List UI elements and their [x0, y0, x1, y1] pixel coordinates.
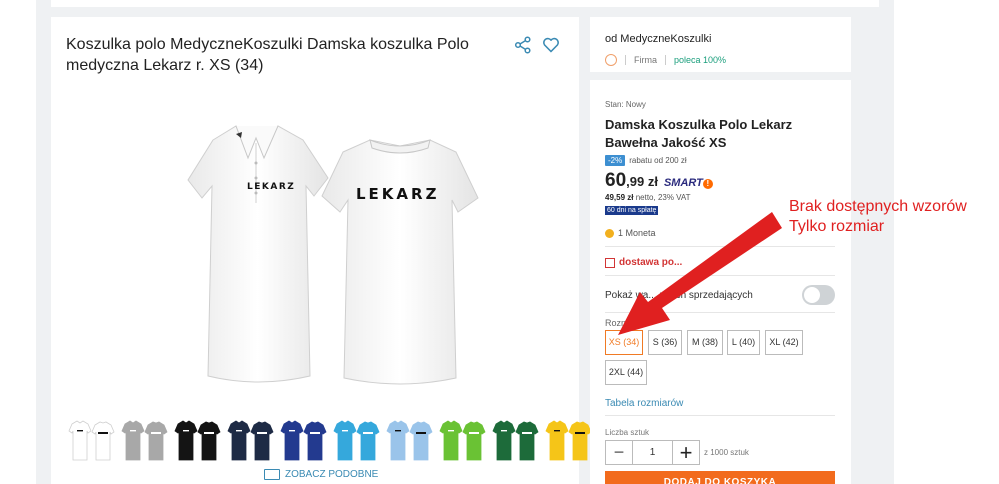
- smart-badge[interactable]: SMART!: [664, 177, 713, 189]
- size-table-link[interactable]: Tabela rozmiarów: [605, 398, 683, 409]
- color-thumbnail[interactable]: [490, 418, 540, 462]
- top-card-strip: [51, 0, 879, 7]
- discount-badge: -2%: [605, 155, 626, 166]
- front-shirt-print: LEKARZ: [247, 182, 296, 192]
- quantity-input[interactable]: 1: [632, 441, 673, 464]
- seller-type: Firma: [634, 55, 657, 65]
- color-thumbnail[interactable]: [225, 418, 275, 462]
- back-shirt-print: LEKARZ: [356, 185, 440, 203]
- offer-title: Damska Koszulka Polo Lekarz Bawełna Jako…: [605, 117, 793, 150]
- quantity-increase-button[interactable]: +: [673, 440, 699, 465]
- price-integer: 60: [605, 170, 627, 191]
- discount-text: rabatu od 200 zł: [629, 156, 687, 165]
- smart-label: SMART: [663, 177, 703, 189]
- net-price: 49,59 zł netto, 23% VAT: [605, 193, 691, 202]
- divider: [605, 415, 835, 416]
- gallery-icon: [264, 469, 280, 480]
- share-icon[interactable]: [514, 36, 532, 54]
- toggle-knob: [804, 287, 820, 303]
- color-thumbnail[interactable]: [437, 418, 487, 462]
- seller-recommend[interactable]: poleca 100%: [674, 55, 726, 65]
- quantity-available: z 1000 sztuk: [704, 448, 749, 457]
- annotation-line-2: Tylko rozmiar: [789, 218, 885, 235]
- size-option-2xl[interactable]: 2XL (44): [605, 360, 647, 385]
- other-sellers-toggle[interactable]: [802, 285, 835, 305]
- color-thumbnail[interactable]: [66, 418, 116, 462]
- seller-name[interactable]: od MedyczneKoszulki: [605, 33, 711, 45]
- color-thumbnail[interactable]: [172, 418, 222, 462]
- condition-text: Stan: Nowy: [605, 100, 646, 109]
- product-main-image[interactable]: LEKARZ LEKARZ: [138, 108, 488, 393]
- annotation-arrow: [618, 212, 782, 335]
- quantity-decrease-button[interactable]: −: [606, 441, 632, 464]
- discount-row: -2% rabatu od 200 zł: [605, 155, 687, 166]
- color-thumbnail[interactable]: [543, 418, 593, 462]
- product-title: Koszulka polo MedyczneKoszulki Damska ko…: [66, 36, 469, 74]
- seller-badge-icon: [605, 54, 617, 66]
- color-thumbnail[interactable]: [119, 418, 169, 462]
- net-value: 49,59 zł: [605, 193, 634, 202]
- annotation-line-1: Brak dostępnych wzorów: [789, 198, 967, 215]
- add-to-cart-button[interactable]: DODAJ DO KOSZYKA: [605, 471, 835, 484]
- quantity-label: Liczba sztuk: [605, 428, 650, 437]
- seller-card: [590, 17, 851, 80]
- see-similar-label: ZOBACZ PODOBNE: [285, 469, 379, 480]
- price-row: 60,99 zł SMART!: [605, 170, 713, 192]
- annotation-text: Brak dostępnych wzorów Tylko rozmiar: [789, 197, 967, 237]
- color-thumbnail[interactable]: [331, 418, 381, 462]
- color-thumbnails: [66, 418, 592, 462]
- net-text: netto, 23% VAT: [635, 193, 691, 202]
- price-value: 60,99 zł: [605, 170, 658, 192]
- smart-info-icon: !: [702, 179, 713, 189]
- quantity-stepper: − 1 +: [605, 440, 700, 465]
- seller-meta: Firma poleca 100%: [605, 54, 726, 66]
- see-similar-link[interactable]: ZOBACZ PODOBNE: [264, 469, 378, 480]
- color-thumbnail[interactable]: [278, 418, 328, 462]
- heart-icon[interactable]: [542, 36, 560, 54]
- price-decimal: ,99 zł: [626, 174, 658, 189]
- color-thumbnail[interactable]: [384, 418, 434, 462]
